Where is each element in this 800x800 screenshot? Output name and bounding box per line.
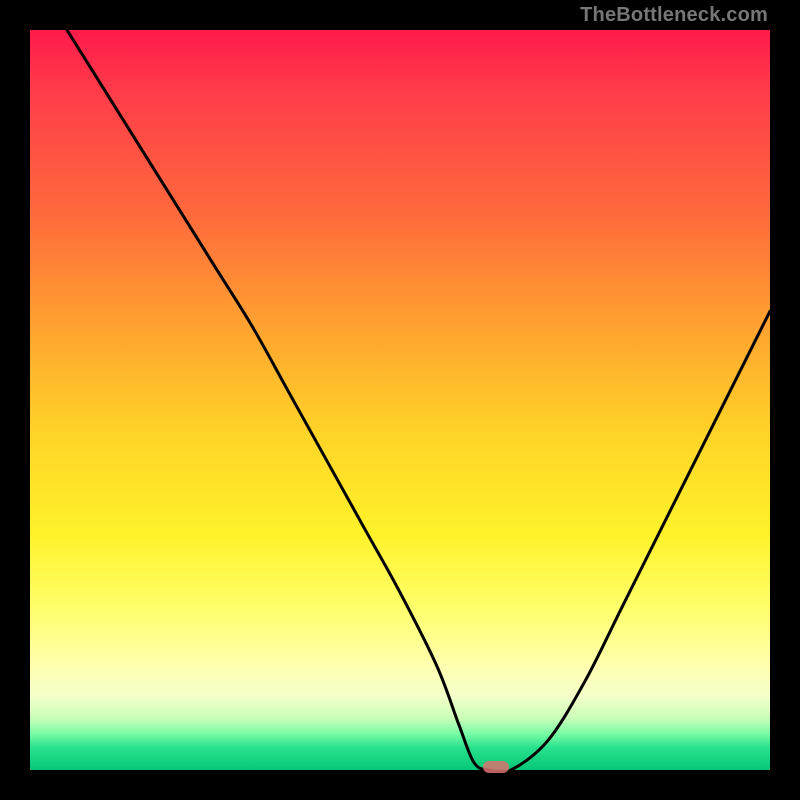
plot-area bbox=[30, 30, 770, 770]
optimal-marker bbox=[483, 761, 509, 773]
chart-frame: TheBottleneck.com bbox=[0, 0, 800, 800]
bottleneck-curve bbox=[30, 30, 770, 770]
watermark-text: TheBottleneck.com bbox=[580, 4, 768, 27]
